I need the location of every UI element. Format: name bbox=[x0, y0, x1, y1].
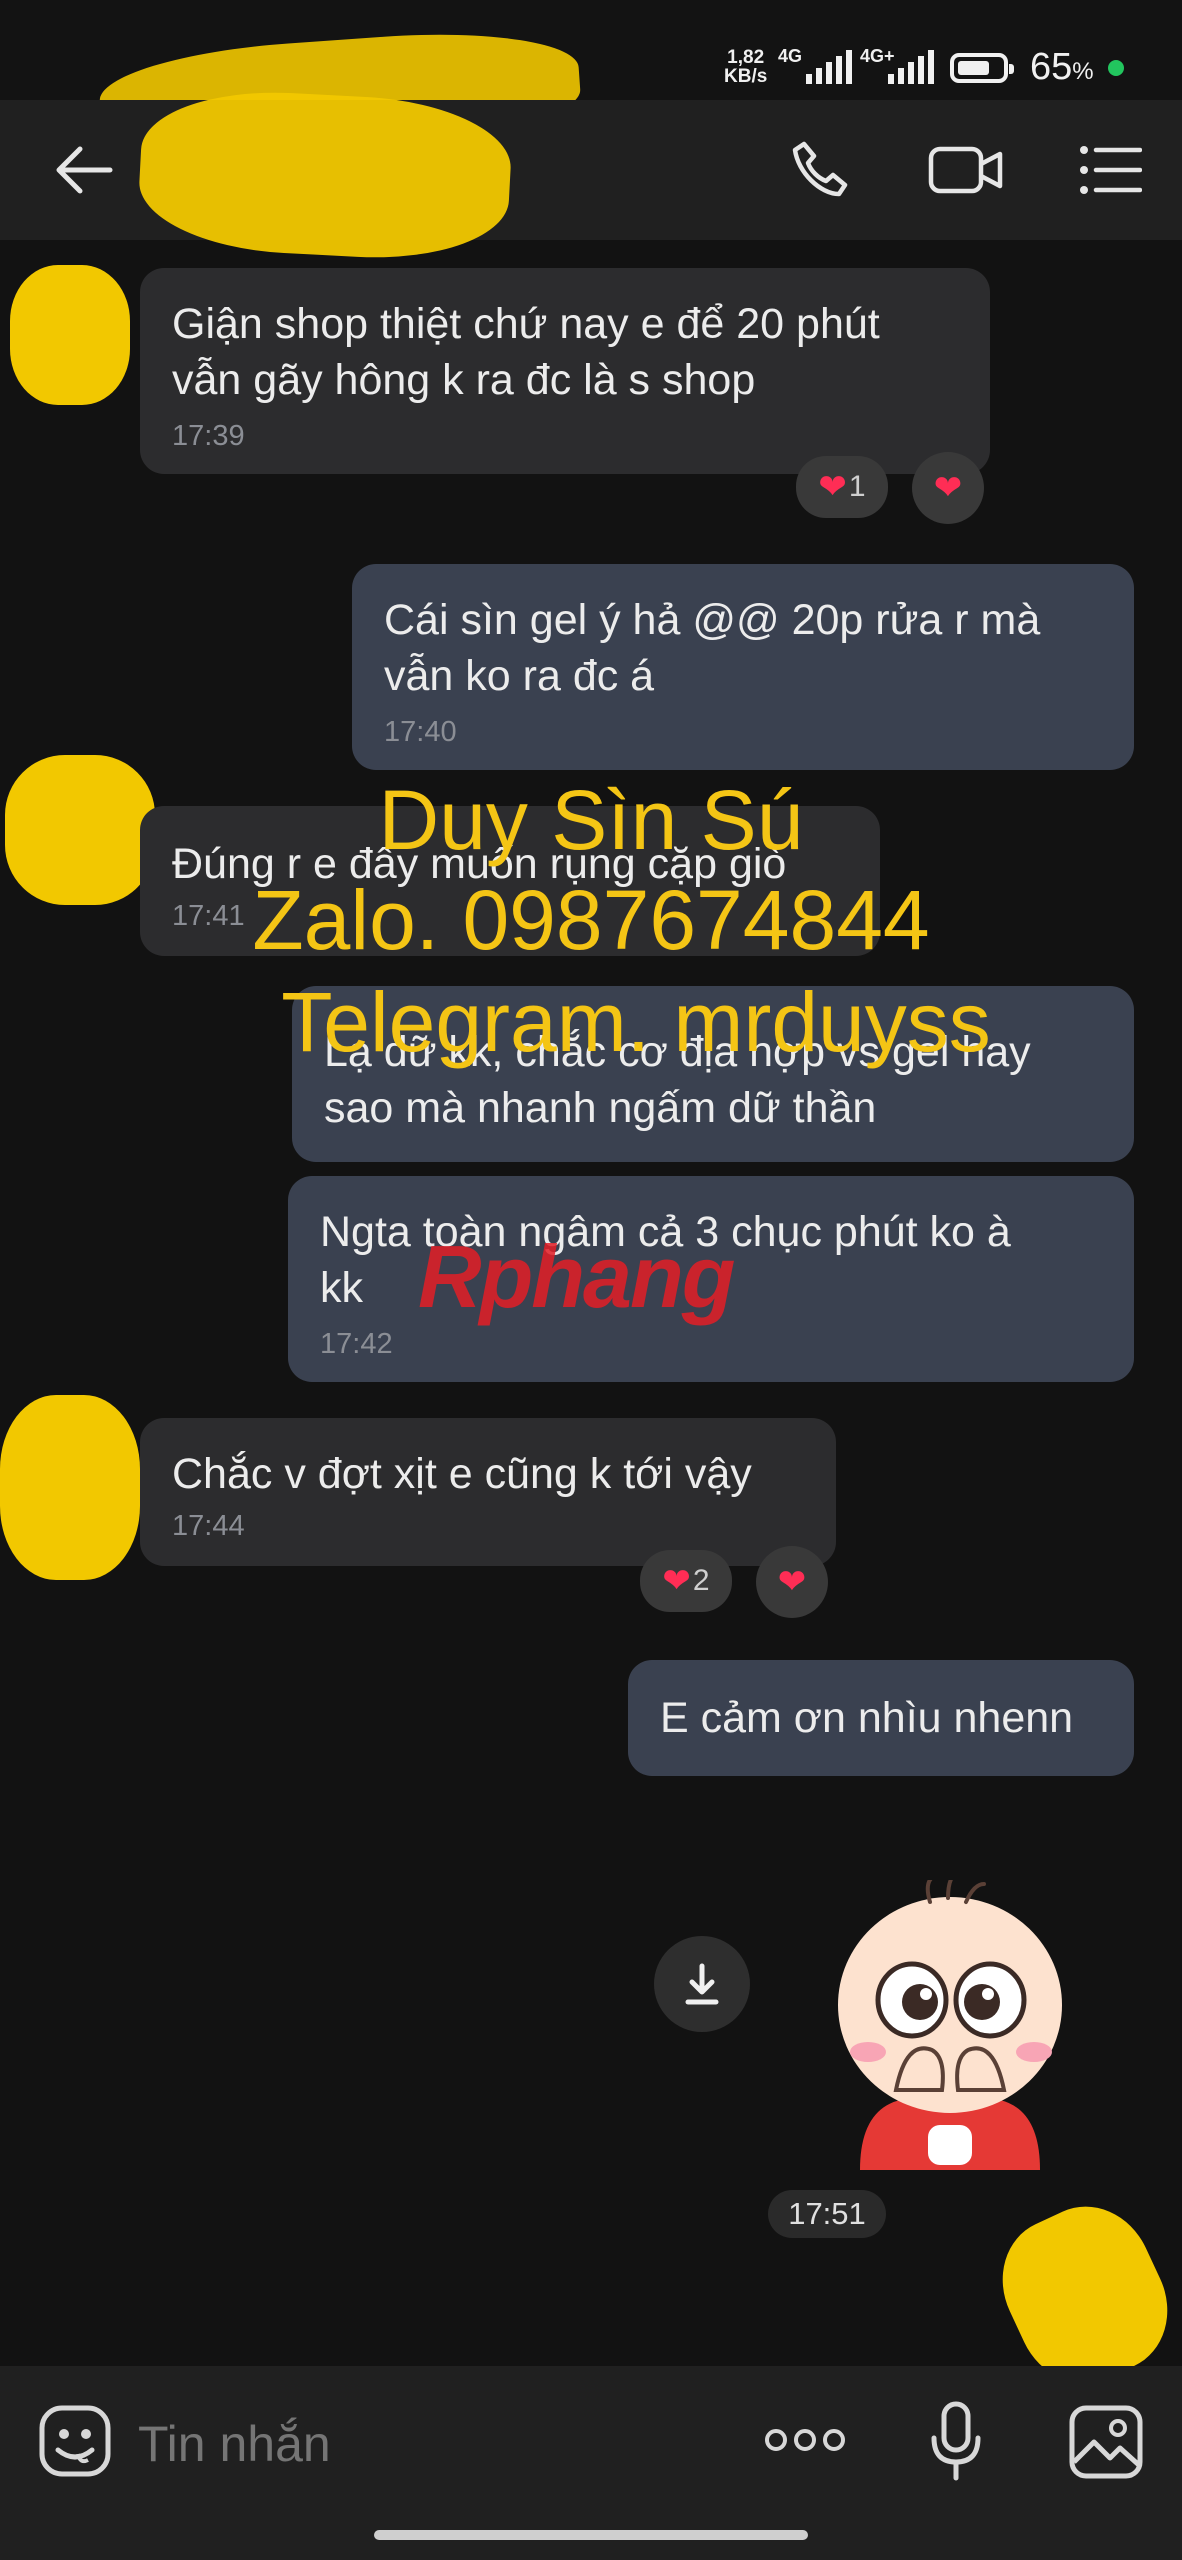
sticker-image[interactable] bbox=[820, 1870, 1080, 2170]
outgoing-message[interactable]: E cảm ơn nhìu nhenn bbox=[628, 1660, 1134, 1776]
battery-icon bbox=[950, 53, 1014, 83]
message-text: Cái sìn gel ý hả @@ 20p rửa r mà bbox=[384, 596, 1041, 644]
heart-icon: ❤ bbox=[777, 1563, 807, 1601]
signal-icon bbox=[888, 50, 934, 84]
message-time: 17:42 bbox=[320, 1328, 393, 1360]
microphone-icon[interactable] bbox=[928, 2400, 984, 2484]
menu-icon[interactable] bbox=[1068, 128, 1152, 212]
privacy-indicator-dot bbox=[1108, 60, 1124, 76]
message-text: sao mà nhanh ngấm dữ thần bbox=[324, 1084, 877, 1132]
heart-react-button[interactable]: ❤ bbox=[756, 1546, 828, 1618]
heart-react-button[interactable]: ❤ bbox=[912, 452, 984, 524]
message-text: Giận shop thiệt chứ nay e để 20 phút bbox=[172, 300, 880, 348]
message-time: 17:44 bbox=[172, 1510, 245, 1542]
incoming-message[interactable]: Chắc v đợt xịt e cũng k tới vậy 17:44 bbox=[140, 1418, 836, 1566]
message-time-pill: 17:51 bbox=[768, 2190, 886, 2238]
download-icon bbox=[685, 1963, 719, 2005]
censor-blot bbox=[0, 1395, 140, 1580]
incoming-message[interactable]: Giận shop thiệt chứ nay e để 20 phút vẫn… bbox=[140, 268, 990, 474]
more-icon[interactable] bbox=[760, 2420, 850, 2460]
message-text: Chắc v đợt xịt e cũng k tới vậy bbox=[172, 1450, 752, 1498]
censor-blot bbox=[10, 265, 130, 405]
download-button[interactable] bbox=[654, 1936, 750, 2032]
heart-icon: ❤ bbox=[818, 468, 847, 506]
watermark-text: Zalo. 0987674844 bbox=[252, 873, 930, 967]
message-input[interactable] bbox=[136, 2408, 660, 2480]
watermark-text: Duy Sìn Sú bbox=[378, 773, 804, 867]
message-time: 17:39 bbox=[172, 420, 245, 452]
back-arrow-icon[interactable] bbox=[42, 128, 126, 212]
outgoing-message[interactable]: Cái sìn gel ý hả @@ 20p rửa r mà vẫn ko … bbox=[352, 564, 1134, 770]
message-text: vẫn gãy hông k ra đc là s shop bbox=[172, 356, 756, 404]
heart-icon: ❤ bbox=[933, 469, 963, 507]
phone-icon[interactable] bbox=[780, 128, 864, 212]
reaction-summary[interactable]: ❤ 2 bbox=[640, 1550, 732, 1612]
video-call-icon[interactable] bbox=[924, 128, 1008, 212]
network-type-1: 4G bbox=[778, 46, 803, 66]
censor-blot bbox=[5, 755, 155, 905]
image-icon[interactable] bbox=[1068, 2404, 1144, 2480]
home-indicator[interactable] bbox=[374, 2530, 808, 2540]
signal-icon bbox=[806, 50, 852, 84]
sticker-icon[interactable] bbox=[38, 2404, 112, 2478]
message-text: vẫn ko ra đc á bbox=[384, 652, 655, 700]
watermark-text: Telegram. mrduyss bbox=[281, 975, 991, 1069]
message-time: 17:40 bbox=[384, 716, 457, 748]
network-speed: 1,82 KB/s bbox=[724, 47, 768, 87]
message-text: E cảm ơn nhìu nhenn bbox=[660, 1694, 1074, 1742]
heart-icon: ❤ bbox=[662, 1562, 691, 1600]
watermark-logo: Rphang bbox=[418, 1227, 736, 1326]
battery-percent: 65% bbox=[1030, 46, 1094, 88]
reaction-summary[interactable]: ❤ 1 bbox=[796, 456, 888, 518]
